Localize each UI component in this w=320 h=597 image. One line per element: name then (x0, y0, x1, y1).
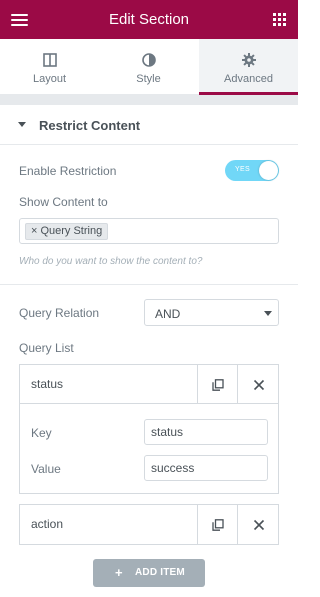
copy-icon (211, 378, 224, 391)
show-content-hint: Who do you want to show the content to? (19, 256, 203, 267)
divider (0, 284, 298, 285)
repeater-item: action (19, 504, 279, 545)
add-item-label: ADD ITEM (135, 567, 185, 578)
query-relation-select[interactable]: AND (144, 299, 279, 326)
close-icon (253, 379, 265, 390)
plus-icon: + (115, 565, 123, 580)
panel-title: Edit Section (108, 11, 190, 28)
enable-restriction-toggle[interactable]: YES (225, 160, 279, 181)
repeater-item-header: action (20, 505, 278, 544)
query-list-label: Query List (19, 341, 74, 355)
chip-remove-icon[interactable]: × (31, 225, 37, 237)
repeater-item: status Key status Value success (19, 364, 279, 494)
value-input[interactable]: success (144, 455, 268, 481)
half-circle-icon (141, 53, 156, 67)
selected-chip: × Query String (25, 223, 109, 240)
copy-icon (211, 518, 224, 531)
repeater-item-title[interactable]: action (20, 505, 198, 544)
duplicate-button[interactable] (198, 365, 238, 404)
tab-label: Layout (32, 73, 67, 85)
repeater-item-header: status (20, 365, 278, 404)
duplicate-button[interactable] (198, 505, 238, 544)
key-label: Key (31, 426, 52, 440)
panel-tabs: Layout Style Advanced (0, 39, 298, 95)
remove-button[interactable] (239, 365, 279, 404)
query-relation-label: Query Relation (19, 306, 100, 320)
tab-layout[interactable]: Layout (0, 39, 99, 95)
chevron-down-icon (264, 311, 272, 316)
panel-header: Edit Section (0, 0, 298, 39)
select-value: AND (155, 307, 181, 321)
remove-button[interactable] (239, 505, 279, 544)
gear-icon (241, 53, 256, 67)
repeater-item-title[interactable]: status (20, 365, 198, 404)
add-item-button[interactable]: + ADD ITEM (93, 559, 205, 587)
tab-advanced[interactable]: Advanced (199, 39, 298, 95)
panel-gap (0, 95, 298, 105)
caret-down-icon (18, 122, 26, 127)
grid-icon[interactable] (273, 13, 286, 26)
toggle-knob (259, 161, 278, 180)
close-icon (253, 519, 265, 530)
section-restrict-content[interactable]: Restrict Content (0, 105, 298, 145)
show-content-to-label: Show Content to (19, 195, 108, 209)
enable-restriction-label: Enable Restriction (19, 164, 117, 178)
toggle-text: YES (235, 166, 250, 173)
repeater-item-body: Key status Value success (20, 404, 278, 492)
value-label: Value (31, 462, 61, 476)
chip-label: Query String (40, 225, 103, 237)
section-title: Restrict Content (39, 118, 141, 133)
layout-columns-icon (42, 53, 57, 67)
tab-style[interactable]: Style (99, 39, 198, 95)
show-content-to-select[interactable]: × Query String (19, 218, 279, 244)
key-input[interactable]: status (144, 419, 268, 445)
tab-label: Advanced (224, 73, 273, 85)
tab-label: Style (136, 73, 161, 85)
